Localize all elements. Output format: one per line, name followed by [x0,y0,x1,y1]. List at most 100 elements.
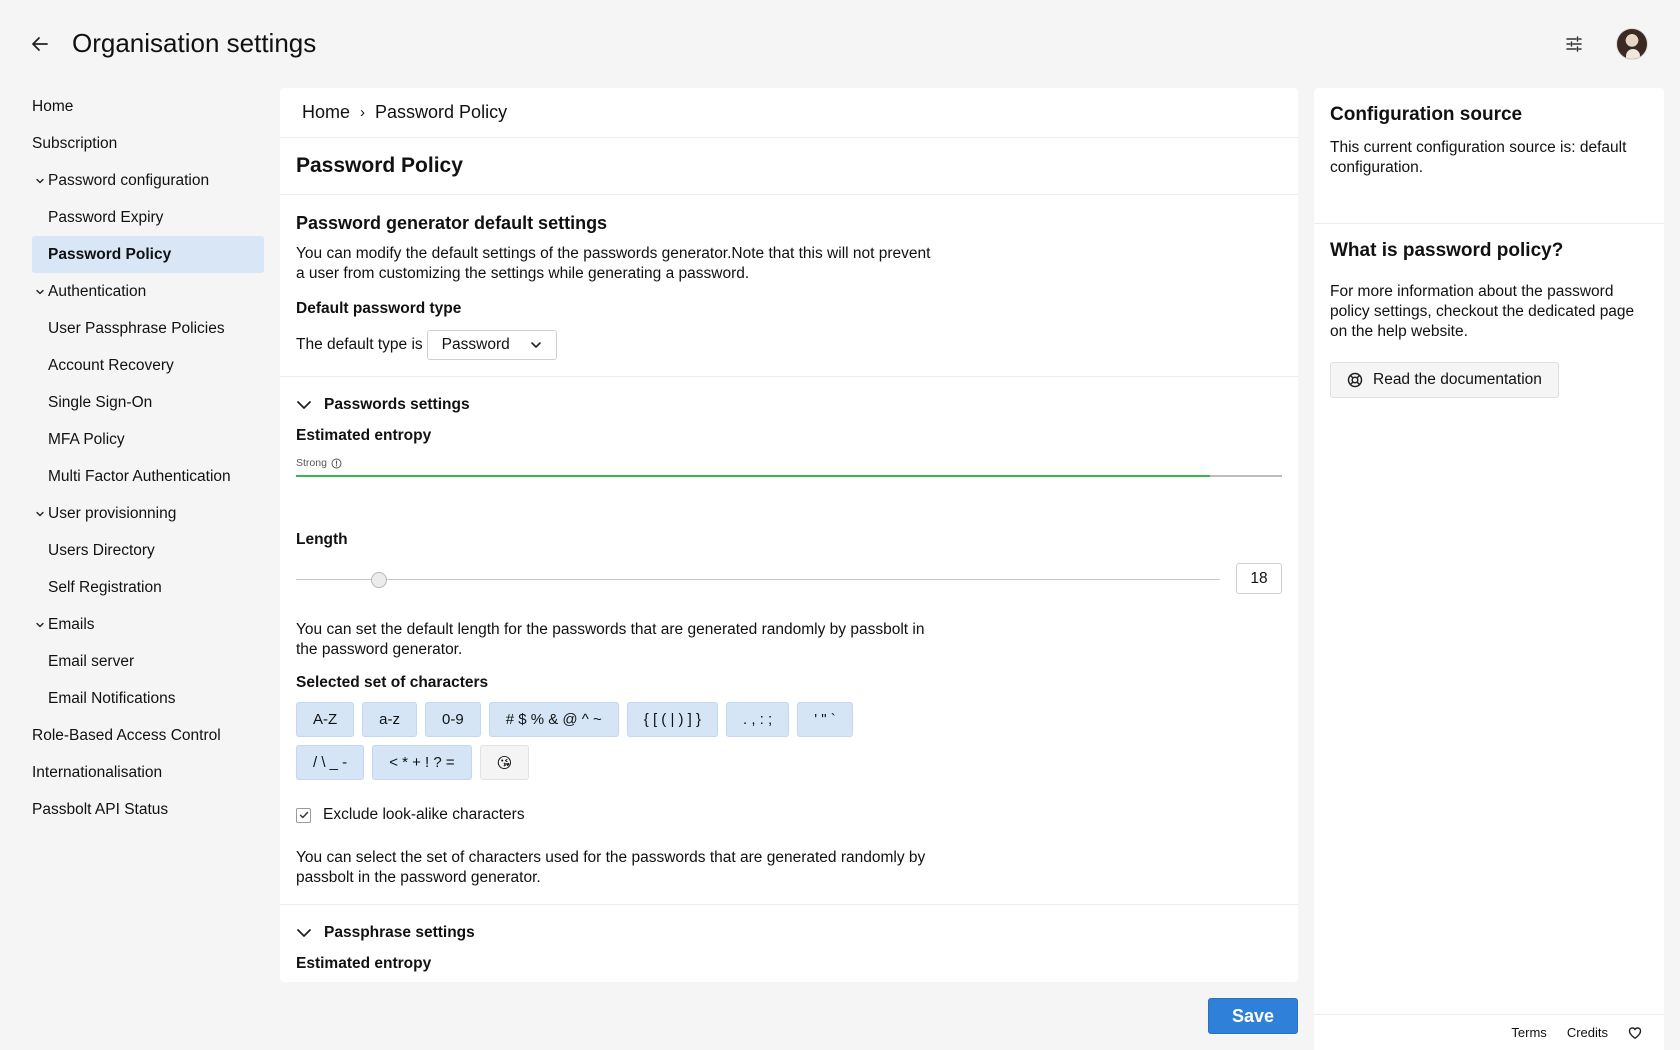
sidebar-item-multi-factor-authentication[interactable]: Multi Factor Authentication [32,458,264,495]
default-type-value: Password [441,336,510,353]
sidebar-item-label: Passbolt API Status [32,800,169,818]
charset-chip[interactable]: . , : ; [726,702,790,737]
what-is-description: For more information about the password … [1330,283,1635,340]
avatar[interactable] [1616,28,1648,60]
sidebar-item-password-expiry[interactable]: Password Expiry [32,199,264,236]
credits-link[interactable]: Credits [1567,1025,1608,1040]
sidebar-item-user-provisionning[interactable]: User provisionning [32,495,264,532]
sidebar-item-authentication[interactable]: Authentication [32,273,264,310]
sidebar-item-label: Role-Based Access Control [32,726,221,744]
passphrase-entropy-label: Estimated entropy [296,955,432,972]
sidebar-item-label: Password Expiry [48,208,164,226]
section-title: Password Policy [280,138,1298,195]
entropy-bar-fill [296,475,1211,477]
length-slider-thumb[interactable] [371,571,388,588]
chevron-down-icon [530,342,541,348]
sidebar-item-users-directory[interactable]: Users Directory [32,532,264,569]
breadcrumb: Home › Password Policy [280,88,1298,138]
charset-chip[interactable]: 😘 [479,745,530,780]
charset-chip[interactable]: / \ _ - [296,745,365,780]
sidebar-item-label: Internationalisation [32,763,163,781]
sidebar-item-user-passphrase-policies[interactable]: User Passphrase Policies [32,310,264,347]
entropy-strength: Strong [296,457,327,469]
charset-description: You can select the set of characters use… [296,849,926,886]
sidebar-item-password-configuration[interactable]: Password configuration [32,162,264,199]
passwords-settings-label: Passwords settings [324,396,470,413]
charset-chip[interactable]: < * + ! ? = [372,745,472,780]
lifebuoy-icon [1347,372,1363,388]
save-button[interactable]: Save [1208,998,1298,1034]
breadcrumb-current[interactable]: Password Policy [375,102,507,123]
default-type-label: Default password type [296,300,462,317]
chevron-down-icon [32,506,48,522]
settings-toggle-button[interactable] [1562,32,1586,56]
back-button[interactable] [28,32,52,56]
sidebar-item-mfa-policy[interactable]: MFA Policy [32,421,264,458]
exclude-lookalike-label[interactable]: Exclude look-alike characters [323,806,525,824]
sidebar-item-label: Self Registration [48,578,162,596]
page-title: Organisation settings [72,28,317,58]
charset-chip[interactable]: a-z [362,702,418,737]
entropy-label: Estimated entropy [296,427,432,444]
charset-chips: A-Z a-z 0-9 # $ % & @ ^ ~{ [ ( | ) ] }. , :… [296,702,856,780]
exclude-lookalike-checkbox[interactable] [296,807,311,823]
config-source-description: This current configuration source is: de… [1330,139,1627,176]
sidebar-item-label: User provisionning [48,504,177,522]
config-source-title: Configuration source [1330,104,1523,125]
sidebar-item-label: Multi Factor Authentication [48,467,231,485]
chevron-down-icon [32,617,48,633]
generator-description: You can modify the default settings of t… [296,245,931,282]
charset-chip[interactable]: A-Z [296,702,355,737]
sidebar-item-password-policy[interactable]: Password Policy [32,236,264,273]
sidebar-item-label: Password configuration [48,171,210,189]
info-icon[interactable] [331,458,342,469]
chevron-down-icon [297,401,311,409]
passphrase-settings-toggle[interactable]: Passphrase settings [296,919,1282,947]
read-documentation-button[interactable]: Read the documentation [1330,362,1559,398]
charset-chip[interactable]: # $ % & @ ^ ~ [488,702,619,737]
sidebar-item-label: Email server [48,652,135,670]
sidebar-item-label: Authentication [48,282,147,300]
heart-icon[interactable] [1628,1026,1642,1040]
passwords-settings-toggle[interactable]: Passwords settings [296,391,1282,419]
breadcrumb-separator: › [360,104,366,121]
help-panel: Configuration source This current config… [1314,88,1664,1050]
sidebar-item-passbolt-api-status[interactable]: Passbolt API Status [32,791,264,828]
terms-link[interactable]: Terms [1511,1025,1546,1040]
charset-chip[interactable]: { [ ( | ) ] } [626,702,719,737]
what-is-title: What is password policy? [1330,240,1564,261]
sidebar-item-label: Emails [48,615,95,633]
length-label: Length [296,531,348,548]
length-slider-track [296,578,1220,580]
length-description: You can set the default length for the p… [296,621,925,658]
sidebar-item-label: Subscription [32,134,118,152]
charset-chip[interactable]: ' " ` [797,702,853,737]
length-slider[interactable] [296,569,1220,589]
sidebar-item-emails[interactable]: Emails [32,606,264,643]
sidebar-item-self-registration[interactable]: Self Registration [32,569,264,606]
sidebar-item-subscription[interactable]: Subscription [32,125,264,162]
checkmark-icon [299,811,308,819]
passphrase-settings-label: Passphrase settings [324,924,475,941]
sidebar-item-email-server[interactable]: Email server [32,643,264,680]
entropy-bar [296,475,1282,477]
default-type-select[interactable]: Password [426,330,557,360]
sidebar-item-single-sign-on[interactable]: Single Sign-On [32,384,264,421]
sidebar-item-account-recovery[interactable]: Account Recovery [32,347,264,384]
sidebar-item-label: Account Recovery [48,356,174,374]
chevron-down-icon [32,284,48,300]
sidebar-item-label: Users Directory [48,541,155,559]
sliders-icon [1566,36,1582,52]
chevron-down-icon [32,173,48,189]
footer: Terms Credits [1314,1014,1664,1050]
breadcrumb-home[interactable]: Home [302,102,350,123]
charset-chip[interactable]: 0-9 [425,702,481,737]
sidebar-item-label: Password Policy [48,245,172,263]
sidebar-item-email-notifications[interactable]: Email Notifications [32,680,264,717]
sidebar: Home Subscription Password configuration Pa… [32,88,264,828]
sidebar-item-role-based-access-control[interactable]: Role-Based Access Control [32,717,264,754]
length-input[interactable]: 18 [1236,563,1282,594]
sidebar-item-home[interactable]: Home [32,88,264,125]
sidebar-item-label: Single Sign-On [48,393,153,411]
sidebar-item-internationalisation[interactable]: Internationalisation [32,754,264,791]
